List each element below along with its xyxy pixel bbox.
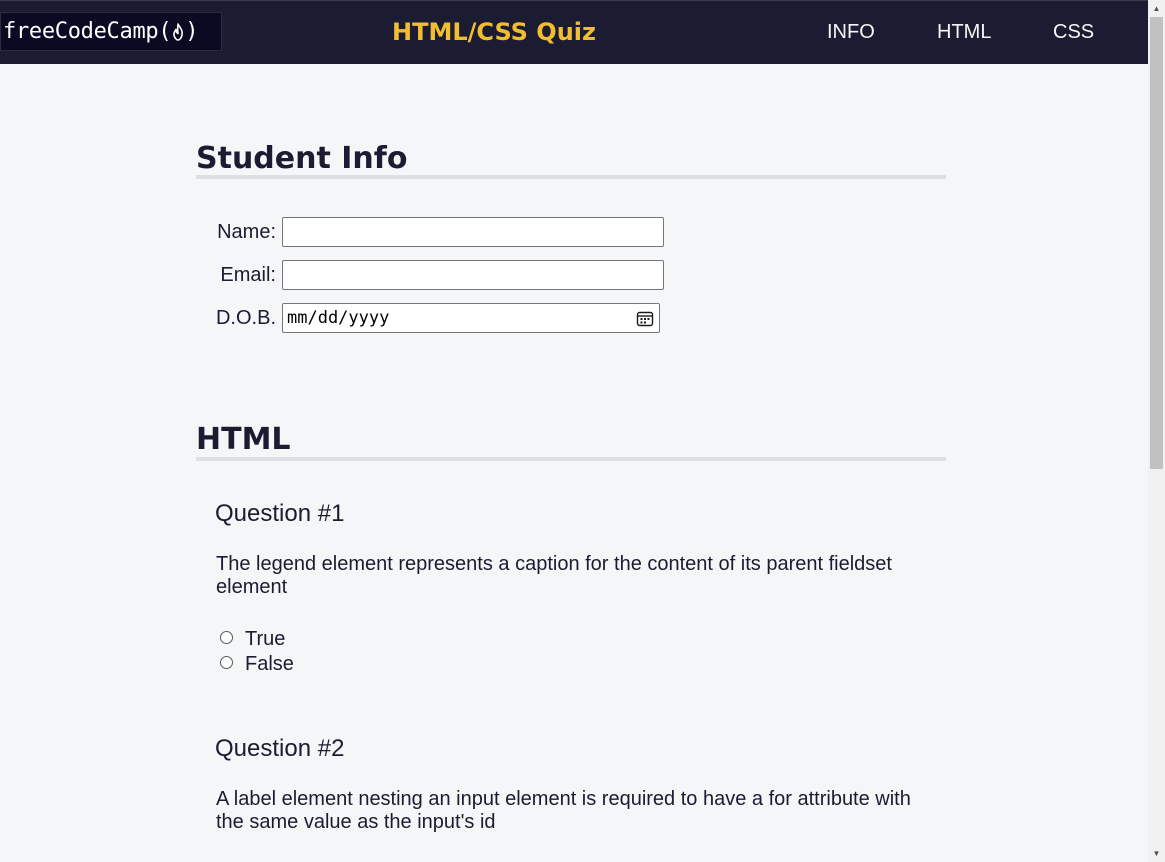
dob-placeholder: mm/dd/yyyy: [287, 308, 390, 328]
question-1-text: The legend element represents a caption …: [216, 553, 892, 598]
option-label[interactable]: False: [245, 652, 294, 676]
nav-link-info[interactable]: INFO: [827, 20, 875, 44]
radio-button[interactable]: [220, 631, 233, 644]
flame-icon: [173, 23, 184, 41]
page: freeCodeCamp( ) HTML/CSS Quiz INFO HTML …: [0, 0, 1165, 862]
nav-link-css[interactable]: CSS: [1053, 20, 1094, 44]
scroll-up-arrow-icon[interactable]: ▲: [1148, 0, 1165, 17]
question-1-title: Question #1: [215, 500, 345, 527]
section-heading-html: HTML: [196, 422, 291, 457]
section-divider: [196, 175, 946, 179]
scrollbar-thumb[interactable]: [1150, 17, 1163, 469]
vertical-scrollbar[interactable]: ▲ ▼: [1148, 0, 1165, 862]
nav-link-html[interactable]: HTML: [937, 20, 991, 44]
radio-button[interactable]: [220, 656, 233, 669]
section-heading-student-info: Student Info: [196, 141, 408, 176]
logo-text: freeCodeCamp(: [3, 19, 172, 44]
page-title: HTML/CSS Quiz: [392, 18, 596, 46]
header-top-border: [0, 0, 1148, 1]
name-input[interactable]: [282, 217, 664, 247]
dob-label: D.O.B.: [215, 307, 276, 329]
name-label: Name:: [217, 221, 276, 243]
freecodecamp-logo[interactable]: freeCodeCamp( ): [0, 12, 222, 51]
calendar-icon[interactable]: [636, 310, 654, 327]
email-input[interactable]: [282, 260, 664, 290]
section-divider: [196, 457, 946, 461]
scroll-down-arrow-icon[interactable]: ▼: [1148, 845, 1165, 862]
logo-text-close: ): [185, 19, 199, 44]
dob-date-input[interactable]: mm/dd/yyyy: [282, 303, 660, 333]
question-2-title: Question #2: [215, 735, 345, 762]
question-2-text: A label element nesting an input element…: [216, 788, 911, 833]
email-label: Email:: [220, 264, 276, 286]
option-label[interactable]: True: [245, 627, 285, 651]
top-nav: freeCodeCamp( ) HTML/CSS Quiz INFO HTML …: [0, 0, 1148, 64]
